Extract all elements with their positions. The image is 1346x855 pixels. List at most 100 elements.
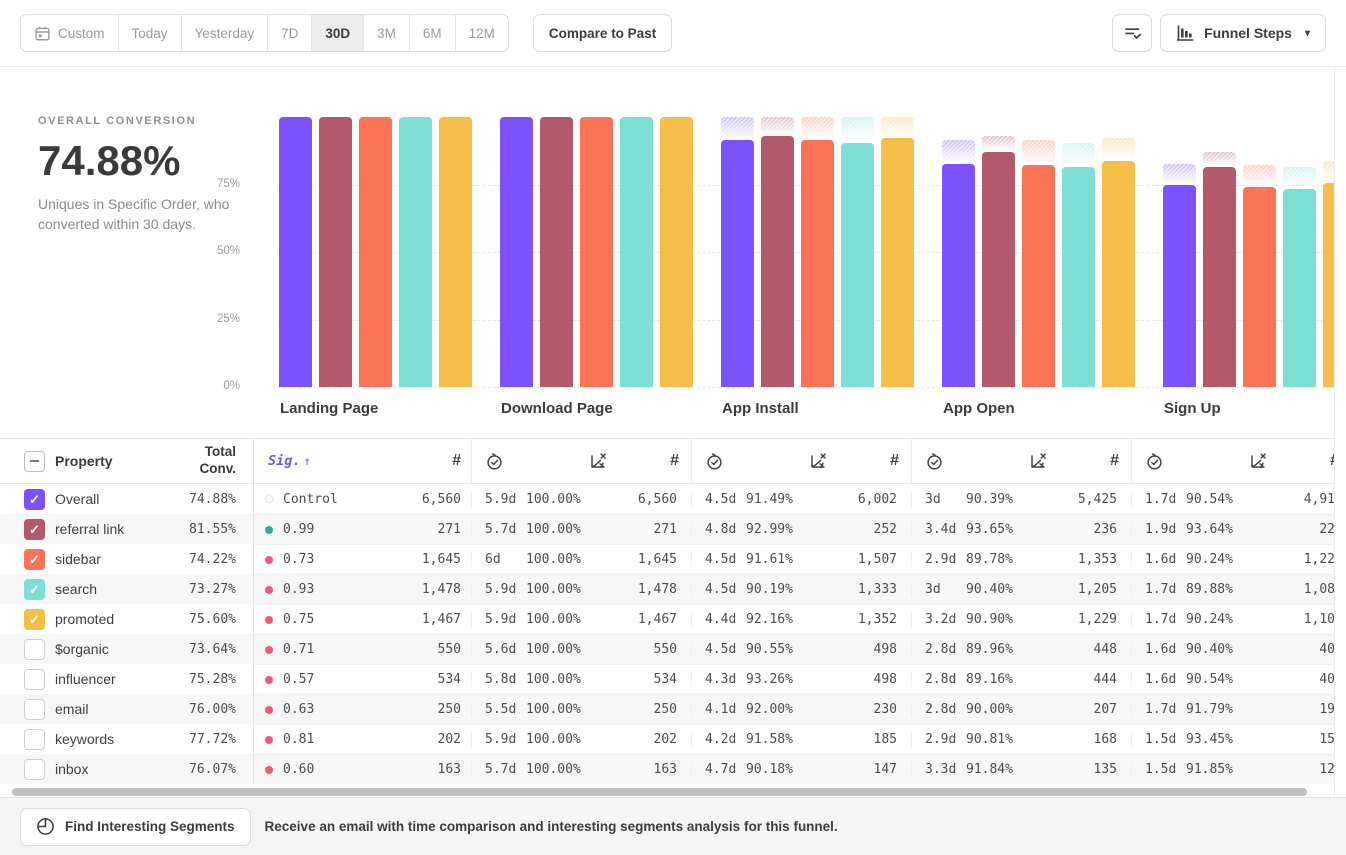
funnel-bar[interactable] — [359, 117, 392, 387]
property-row-influencer[interactable]: influencer75.28% — [0, 664, 254, 694]
funnel-bar[interactable] — [279, 117, 312, 387]
date-range-12m[interactable]: 12M — [455, 15, 508, 51]
conversion-rate-icon[interactable] — [588, 451, 608, 471]
row-checkbox[interactable]: ✓ — [24, 579, 45, 600]
funnel-bar[interactable] — [841, 143, 874, 387]
property-row-promoted[interactable]: ✓promoted75.60% — [0, 604, 254, 634]
step-count: 147 — [874, 762, 911, 777]
stopwatch-check-icon[interactable] — [925, 452, 944, 471]
row-checkbox[interactable]: ✓ — [24, 609, 45, 630]
step-cell: 5.8d100.00%534 — [471, 672, 691, 687]
total-conv-column-header: Total Conv. — [177, 444, 253, 478]
funnel-bar[interactable] — [881, 138, 914, 387]
date-range-yesterday[interactable]: Yesterday — [181, 15, 268, 51]
row-checkbox[interactable]: ✓ — [24, 519, 45, 540]
date-range-30d[interactable]: 30D — [311, 15, 363, 51]
funnel-bar[interactable] — [1102, 161, 1135, 387]
step-count: 498 — [874, 672, 911, 687]
row-checkbox[interactable] — [24, 759, 45, 780]
row-checkbox[interactable]: ✓ — [24, 549, 45, 570]
entries-count: 6,560 — [422, 492, 471, 507]
funnel-bar[interactable] — [1163, 185, 1196, 387]
date-range-7d[interactable]: 7D — [267, 15, 311, 51]
date-range-custom[interactable]: Custom — [21, 15, 118, 51]
avg-time-to-convert: 1.7d — [1132, 582, 1186, 597]
funnel-bar[interactable] — [1243, 187, 1276, 387]
avg-time-to-convert: 2.8d — [912, 642, 966, 657]
property-column-header: Property — [55, 453, 113, 469]
funnel-bar[interactable] — [1203, 167, 1236, 387]
total-conversion-value: 76.07% — [189, 762, 253, 777]
conversion-rate-icon[interactable] — [808, 451, 828, 471]
row-checkbox[interactable] — [24, 699, 45, 720]
funnel-bar[interactable] — [801, 140, 834, 387]
count-column-header[interactable]: # — [1110, 452, 1131, 470]
funnel-bar[interactable] — [660, 117, 693, 387]
property-row-overall[interactable]: ✓Overall74.88% — [0, 484, 254, 514]
date-range-label: Today — [132, 26, 168, 41]
content-right-divider — [1334, 68, 1335, 798]
stopwatch-check-icon[interactable] — [485, 452, 504, 471]
funnel-bar[interactable] — [540, 117, 573, 387]
conversion-rate-icon[interactable] — [1248, 451, 1268, 471]
funnel-bar[interactable] — [1323, 183, 1334, 387]
avg-time-to-convert: 5.9d — [472, 582, 526, 597]
property-row-sidebar[interactable]: ✓sidebar74.22% — [0, 544, 254, 574]
avg-time-to-convert: 4.5d — [692, 642, 746, 657]
step-count: 448 — [1094, 642, 1131, 657]
property-row-search[interactable]: ✓search73.27% — [0, 574, 254, 604]
funnel-bar[interactable] — [942, 164, 975, 387]
entries-count: 202 — [438, 732, 471, 747]
y-axis-tick: 0% — [0, 380, 240, 392]
step-cell: 3.4d93.65%236 — [911, 522, 1131, 537]
stopwatch-check-icon[interactable] — [705, 452, 724, 471]
row-checkbox[interactable] — [24, 639, 45, 660]
funnel-bar[interactable] — [1022, 165, 1055, 387]
funnel-bar[interactable] — [500, 117, 533, 387]
avg-time-to-convert: 5.9d — [472, 732, 526, 747]
funnel-bar[interactable] — [982, 152, 1015, 387]
step-conversion-rate: 100.00% — [526, 762, 654, 777]
find-interesting-segments-button[interactable]: Find Interesting Segments — [20, 808, 251, 846]
select-all-checkbox[interactable] — [24, 451, 45, 472]
property-name: inbox — [55, 761, 88, 777]
property-row-email[interactable]: email76.00% — [0, 694, 254, 724]
date-range-3m[interactable]: 3M — [363, 15, 409, 51]
property-row--organic[interactable]: $organic73.64% — [0, 634, 254, 664]
horizontal-scrollbar[interactable] — [12, 788, 1307, 796]
count-column-header[interactable]: # — [890, 452, 911, 470]
table-scroll-pane[interactable]: Sig.↑ # #### Control6,5605.9d100.00%6,56… — [254, 438, 1334, 784]
funnel-bar[interactable] — [1062, 167, 1095, 387]
funnel-bar[interactable] — [319, 117, 352, 387]
funnel-bar[interactable] — [721, 140, 754, 387]
significance-column-header[interactable]: Sig.↑ — [268, 453, 311, 469]
count-column-header[interactable]: # — [452, 452, 471, 470]
row-checkbox[interactable]: ✓ — [24, 489, 45, 510]
property-row-keywords[interactable]: keywords77.72% — [0, 724, 254, 754]
funnel-bar[interactable] — [399, 117, 432, 387]
view-options-button[interactable] — [1112, 14, 1152, 52]
property-row-referral-link[interactable]: ✓referral link81.55% — [0, 514, 254, 544]
compare-to-past-button[interactable]: Compare to Past — [533, 14, 672, 52]
date-range-today[interactable]: Today — [118, 15, 181, 51]
funnel-bar[interactable] — [439, 117, 472, 387]
significance-dot — [265, 766, 273, 774]
avg-time-to-convert: 1.5d — [1132, 762, 1186, 777]
row-checkbox[interactable] — [24, 729, 45, 750]
stopwatch-check-icon[interactable] — [1145, 452, 1164, 471]
funnel-bar[interactable] — [580, 117, 613, 387]
property-row-inbox[interactable]: inbox 76.07% — [0, 754, 254, 784]
data-row-sidebar: 0.731,6456d100.00%1,6454.5d91.61%1,5072.… — [254, 544, 1334, 574]
breakdown-table: Property Total Conv. ✓Overall74.88%✓refe… — [0, 438, 1346, 785]
funnel-bar[interactable] — [620, 117, 653, 387]
funnel-bar[interactable] — [1283, 189, 1316, 387]
step-conversion-rate: 91.49% — [746, 492, 858, 507]
count-column-header[interactable]: # — [670, 452, 691, 470]
funnel-bar[interactable] — [761, 136, 794, 387]
date-range-label: 12M — [469, 26, 495, 41]
row-checkbox[interactable] — [24, 669, 45, 690]
chart-type-button[interactable]: Funnel Steps ▾ — [1160, 14, 1326, 52]
date-range-6m[interactable]: 6M — [409, 15, 455, 51]
significance-dot — [265, 646, 273, 654]
conversion-rate-icon[interactable] — [1028, 451, 1048, 471]
